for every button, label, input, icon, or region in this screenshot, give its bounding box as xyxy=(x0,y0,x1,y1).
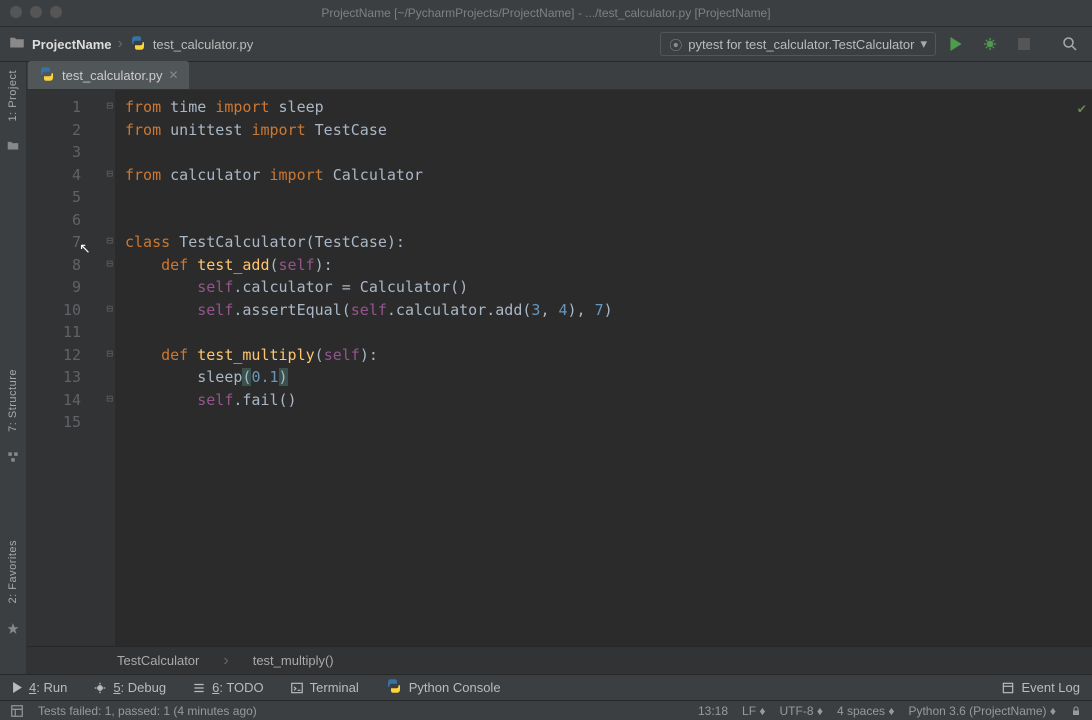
tool-python-console[interactable]: Python Console xyxy=(385,677,501,698)
indent-config[interactable]: 4 spaces ♦ xyxy=(837,704,895,718)
code-area[interactable]: ✔ from time import sleep from unittest i… xyxy=(115,90,1092,646)
line-number[interactable]: 1 xyxy=(27,96,109,119)
bottom-toolbar: 44: Run: Run 5: Debug 6: TODO Terminal P… xyxy=(0,674,1092,700)
breadcrumb-project[interactable]: ProjectName xyxy=(32,37,111,52)
gutter[interactable]: 1 2 3 4 5 6 7 8 9 10 11 12 13 14 15 ⊟ ⊟ … xyxy=(27,90,115,646)
chevron-down-icon: ▾ xyxy=(920,36,927,52)
line-number[interactable]: 12 xyxy=(27,344,109,367)
folder-icon xyxy=(8,34,26,55)
run-button[interactable] xyxy=(942,30,970,58)
tab-label: test_calculator.py xyxy=(62,68,162,83)
navigation-bar: ProjectName › test_calculator.py ⦿ pytes… xyxy=(0,26,1092,62)
breadcrumb[interactable]: ProjectName › test_calculator.py xyxy=(8,34,253,55)
tool-structure[interactable]: 7: Structure xyxy=(7,369,19,432)
line-number[interactable]: 5 xyxy=(27,186,109,209)
lock-icon[interactable] xyxy=(1070,705,1082,717)
python-file-icon xyxy=(38,65,56,86)
inspection-ok-icon[interactable]: ✔ xyxy=(1078,98,1086,121)
tab-test-calculator[interactable]: test_calculator.py ✕ xyxy=(28,61,189,89)
breadcrumb-sep-icon: › xyxy=(223,652,228,670)
line-number[interactable]: 4 xyxy=(27,164,109,187)
search-button[interactable] xyxy=(1056,30,1084,58)
tool-favorites[interactable]: 2: Favorites xyxy=(7,540,19,603)
fold-icon[interactable]: ⊟ xyxy=(106,167,113,180)
line-number[interactable]: 13 xyxy=(27,366,109,389)
window-controls[interactable] xyxy=(10,6,62,18)
line-number[interactable]: 6 xyxy=(27,209,109,232)
line-number[interactable]: 7 xyxy=(27,231,109,254)
fold-icon[interactable]: ⊟ xyxy=(106,347,113,360)
pytest-icon: ⦿ xyxy=(669,35,682,54)
breadcrumb-sep-icon: › xyxy=(117,35,122,53)
editor-tabs: test_calculator.py ✕ xyxy=(0,62,1092,90)
tool-project[interactable]: 1: Project xyxy=(7,70,19,121)
star-icon[interactable] xyxy=(6,622,20,636)
line-number[interactable]: 3 xyxy=(27,141,109,164)
project-files-icon[interactable] xyxy=(6,139,20,153)
fold-icon[interactable]: ⊟ xyxy=(106,392,113,405)
line-number[interactable]: 8 xyxy=(27,254,109,277)
tool-terminal[interactable]: Terminal xyxy=(290,680,359,695)
run-config-selector[interactable]: ⦿ pytest for test_calculator.TestCalcula… xyxy=(660,32,936,56)
line-number[interactable]: 9 xyxy=(27,276,109,299)
line-number[interactable]: 14 xyxy=(27,389,109,412)
line-number[interactable]: 15 xyxy=(27,411,109,434)
status-bar: Tests failed: 1, passed: 1 (4 minutes ag… xyxy=(0,700,1092,720)
crumb-method[interactable]: test_multiply() xyxy=(253,653,334,668)
minimize-window-icon[interactable] xyxy=(30,6,42,18)
tool-windows-icon[interactable] xyxy=(10,704,24,718)
line-number[interactable]: 10 xyxy=(27,299,109,322)
fold-icon[interactable]: ⊟ xyxy=(106,99,113,112)
line-number[interactable]: 11 xyxy=(27,321,109,344)
tool-run[interactable]: 44: Run: Run xyxy=(12,680,67,695)
run-config-label: pytest for test_calculator.TestCalculato… xyxy=(688,37,914,52)
editor-breadcrumb[interactable]: TestCalculator › test_multiply() xyxy=(27,646,1092,674)
close-icon[interactable]: ✕ xyxy=(168,68,178,82)
stop-button xyxy=(1010,30,1038,58)
titlebar: ProjectName [~/PycharmProjects/ProjectNa… xyxy=(0,0,1092,26)
code-editor[interactable]: 1 2 3 4 5 6 7 8 9 10 11 12 13 14 15 ⊟ ⊟ … xyxy=(27,90,1092,646)
fold-icon[interactable]: ⊟ xyxy=(106,302,113,315)
python-file-icon xyxy=(129,34,147,55)
status-message: Tests failed: 1, passed: 1 (4 minutes ag… xyxy=(38,704,257,718)
fold-icon[interactable]: ⊟ xyxy=(106,257,113,270)
window-title: ProjectName [~/PycharmProjects/ProjectNa… xyxy=(321,6,770,20)
close-window-icon[interactable] xyxy=(10,6,22,18)
tool-event-log[interactable]: Event Log xyxy=(1001,680,1080,695)
fold-column[interactable]: ⊟ ⊟ ⊟ ⊟ ⊟ ⊟ ⊟ xyxy=(103,90,115,646)
left-tool-strip: 1: Project 7: Structure 2: Favorites xyxy=(0,62,27,674)
tool-todo[interactable]: 6: TODO xyxy=(192,680,264,695)
line-separator[interactable]: LF ♦ xyxy=(742,704,765,718)
line-number[interactable]: 2 xyxy=(27,119,109,142)
debug-button[interactable] xyxy=(976,30,1004,58)
structure-icon[interactable] xyxy=(6,450,20,464)
zoom-window-icon[interactable] xyxy=(50,6,62,18)
interpreter[interactable]: Python 3.6 (ProjectName) ♦ xyxy=(908,704,1056,718)
breadcrumb-file[interactable]: test_calculator.py xyxy=(153,37,253,52)
file-encoding[interactable]: UTF-8 ♦ xyxy=(780,704,823,718)
crumb-class[interactable]: TestCalculator xyxy=(117,653,199,668)
tool-debug[interactable]: 5: Debug xyxy=(93,680,166,695)
caret-position[interactable]: 13:18 xyxy=(698,704,728,718)
fold-icon[interactable]: ⊟ xyxy=(106,234,113,247)
python-icon xyxy=(385,677,403,698)
